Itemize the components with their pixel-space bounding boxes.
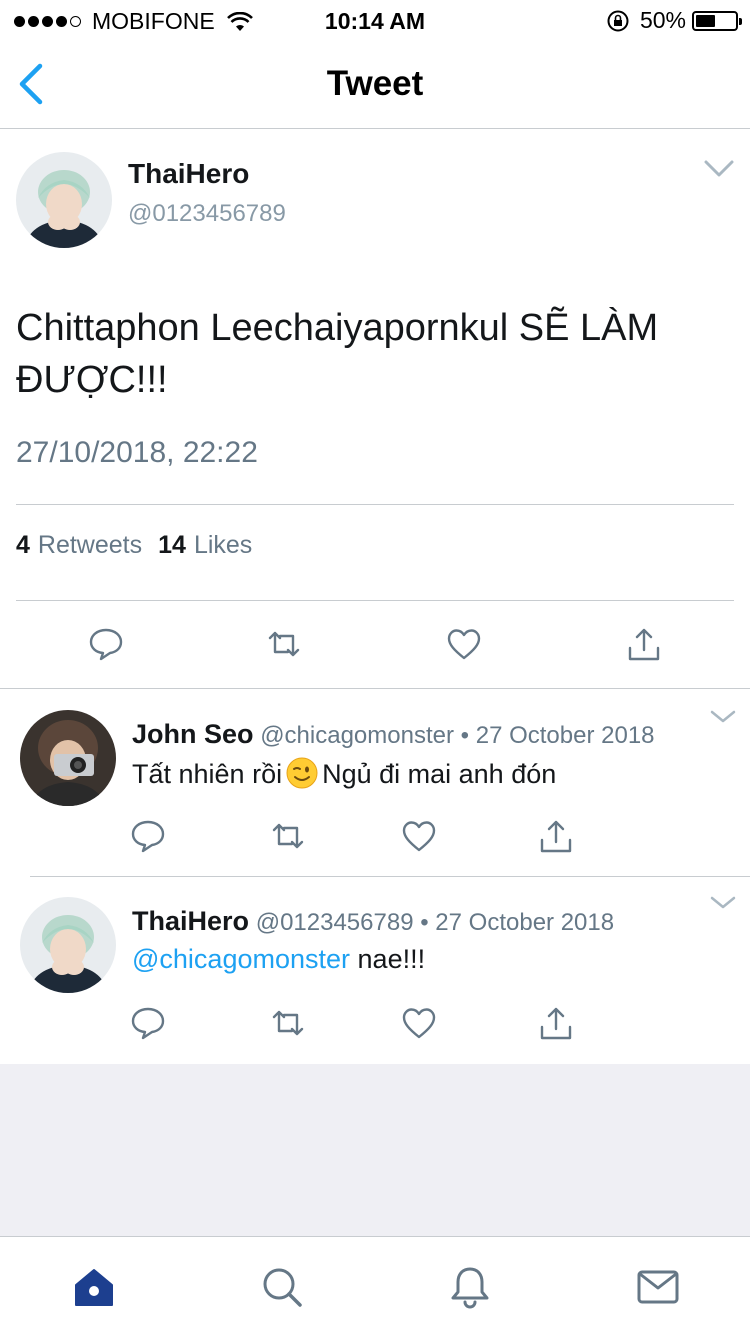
separator-dot: • bbox=[460, 722, 470, 749]
reply-icon[interactable] bbox=[130, 1005, 166, 1041]
retweet-icon[interactable] bbox=[270, 818, 306, 854]
tweet-timestamp: 27/10/2018, 22:22 bbox=[16, 436, 258, 469]
messages-icon[interactable] bbox=[636, 1265, 680, 1309]
retweets-stat[interactable]: 4 Retweets bbox=[16, 531, 142, 560]
reply-author-name[interactable]: ThaiHero bbox=[132, 906, 249, 936]
divider bbox=[16, 504, 734, 505]
share-icon[interactable] bbox=[626, 626, 662, 662]
share-icon[interactable] bbox=[538, 818, 574, 854]
reply-header: John Seo @chicagomonster • 27 October 20… bbox=[132, 719, 655, 750]
heart-icon[interactable] bbox=[446, 626, 482, 662]
retweet-icon[interactable] bbox=[266, 626, 302, 662]
reply-separator bbox=[30, 876, 750, 877]
divider bbox=[16, 600, 734, 601]
tweet-stats: 4 Retweets 14 Likes bbox=[16, 531, 268, 560]
reply-text: @chicagomonster nae!!! bbox=[132, 944, 425, 975]
empty-area bbox=[0, 1064, 750, 1236]
retweets-count: 4 bbox=[16, 531, 30, 559]
avatar[interactable] bbox=[20, 710, 116, 806]
separator-dot: • bbox=[420, 909, 429, 936]
tab-bar bbox=[0, 1236, 750, 1334]
reply-text-start: Tất nhiên rồi bbox=[132, 759, 283, 789]
notifications-icon[interactable] bbox=[448, 1265, 492, 1309]
reply-date: 27 October 2018 bbox=[435, 909, 615, 936]
nav-bar: Tweet bbox=[0, 40, 750, 129]
chevron-down-icon[interactable] bbox=[704, 160, 734, 178]
heart-icon[interactable] bbox=[401, 1005, 437, 1041]
orientation-lock-icon bbox=[607, 10, 629, 31]
chevron-down-icon[interactable] bbox=[708, 894, 738, 912]
reply-text: Tất nhiên rồi Ngủ đi mai anh đón bbox=[132, 757, 556, 790]
reply-author-name[interactable]: John Seo bbox=[132, 719, 254, 749]
reply-author-handle[interactable]: @0123456789 bbox=[256, 909, 414, 936]
likes-count: 14 bbox=[158, 531, 186, 559]
page-title: Tweet bbox=[326, 64, 424, 103]
reply-icon[interactable] bbox=[88, 626, 124, 662]
status-bar: MOBIFONE 10:14 AM 50% bbox=[0, 0, 750, 40]
reply-text-end: Ngủ đi mai anh đón bbox=[322, 759, 557, 789]
battery-percent: 50% bbox=[639, 7, 686, 33]
avatar[interactable] bbox=[16, 152, 112, 248]
heart-icon[interactable] bbox=[401, 818, 437, 854]
retweets-label: Retweets bbox=[37, 531, 143, 559]
reply-text-end: nae!!! bbox=[357, 944, 426, 974]
avatar[interactable] bbox=[20, 897, 116, 993]
author-handle[interactable]: @0123456789 bbox=[128, 200, 286, 228]
retweet-icon[interactable] bbox=[270, 1005, 306, 1041]
reply-author-handle[interactable]: @chicagomonster bbox=[260, 722, 454, 749]
home-icon[interactable] bbox=[72, 1265, 116, 1309]
likes-label: Likes bbox=[193, 531, 253, 559]
share-icon[interactable] bbox=[538, 1005, 574, 1041]
reply-header: ThaiHero @0123456789 • 27 October 2018 bbox=[132, 906, 614, 937]
author-name[interactable]: ThaiHero bbox=[128, 158, 249, 190]
reply-date: 27 October 2018 bbox=[475, 722, 655, 749]
reply-icon[interactable] bbox=[130, 818, 166, 854]
section-separator bbox=[0, 688, 750, 689]
search-icon[interactable] bbox=[260, 1265, 304, 1309]
tweet-text: Chittaphon Leechaiyapornkul SẼ LÀM ĐƯỢC!… bbox=[16, 307, 659, 401]
winking-face-emoji-icon bbox=[286, 757, 318, 789]
chevron-down-icon[interactable] bbox=[708, 708, 738, 726]
likes-stat[interactable]: 14 Likes bbox=[158, 531, 252, 560]
mention-link[interactable]: @chicagomonster bbox=[132, 944, 350, 974]
battery-icon bbox=[692, 10, 742, 31]
